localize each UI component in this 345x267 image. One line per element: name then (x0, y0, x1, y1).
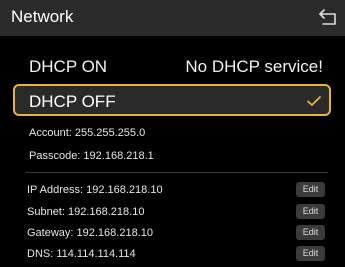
network-screen: Network DHCP ON No DHCP service! DHCP OF… (0, 0, 345, 267)
check-icon (307, 96, 321, 106)
passcode-text: Passcode: 192.168.218.1 (29, 150, 154, 162)
subnet-text: Subnet: 192.168.218.10 (27, 206, 145, 218)
account-text: Account: 255.255.255.0 (29, 127, 146, 139)
edit-subnet-button[interactable]: Edit (296, 204, 325, 219)
back-arrow-icon[interactable] (318, 9, 338, 25)
page-title: Network (11, 7, 74, 26)
dhcp-off-label: DHCP OFF (29, 92, 116, 111)
dhcp-off-option[interactable]: DHCP OFF (13, 84, 331, 116)
section-divider (26, 172, 328, 173)
gateway-text: Gateway: 192.168.218.10 (27, 227, 153, 239)
header-bar: Network (0, 0, 345, 36)
ip-address-text: IP Address: 192.168.218.10 (27, 184, 163, 196)
dhcp-status-text: No DHCP service! (185, 57, 323, 76)
edit-ip-button[interactable]: Edit (296, 182, 325, 197)
dhcp-on-option[interactable]: DHCP ON (29, 57, 107, 77)
edit-dns-button[interactable]: Edit (296, 246, 325, 261)
dns-text: DNS: 114.114.114.114 (27, 248, 136, 260)
edit-gateway-button[interactable]: Edit (296, 225, 325, 240)
